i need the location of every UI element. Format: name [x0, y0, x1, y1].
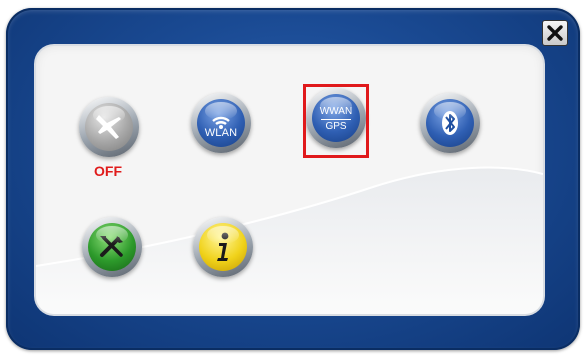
wlan-label: WLAN	[204, 127, 238, 139]
close-icon	[547, 25, 563, 41]
airplane-status-label: OFF	[94, 163, 122, 179]
wlan-button[interactable]: WLAN	[191, 93, 251, 153]
info-button[interactable]	[193, 217, 253, 277]
settings-tools-button[interactable]	[82, 217, 142, 277]
selection-highlight	[303, 84, 369, 158]
airplane-mode-button[interactable]	[79, 97, 139, 157]
close-button[interactable]	[542, 20, 568, 46]
bluetooth-button[interactable]	[420, 93, 480, 153]
